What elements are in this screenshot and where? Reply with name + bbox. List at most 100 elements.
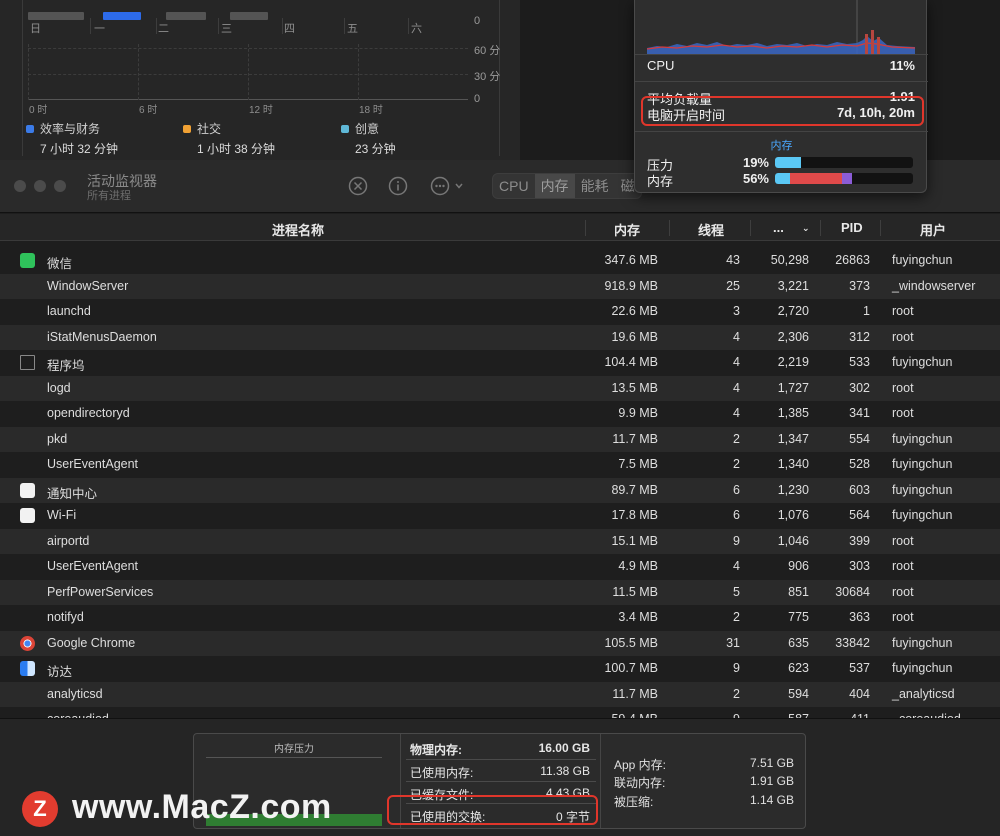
table-row[interactable]: pkd 11.7 MB 2 1,347 554 fuyingchun — [0, 426, 1000, 452]
pid-cell: 528 — [849, 457, 870, 471]
user-cell: root — [892, 584, 914, 599]
table-row[interactable]: Google Chrome 105.5 MB 31 635 33842 fuyingchu… — [0, 630, 1000, 656]
x-axis-label: 6 时 — [139, 105, 158, 116]
tab-energy[interactable]: 能耗 — [575, 174, 615, 198]
sort-descending-icon[interactable]: ⌄ — [802, 223, 810, 234]
info-icon[interactable] — [387, 175, 409, 197]
physical-memory-value: 16.00 GB — [538, 741, 590, 755]
minimize-window-button[interactable] — [34, 180, 46, 192]
table-row[interactable]: 访达 100.7 MB 9 623 537 fuyingchun — [0, 656, 1000, 682]
watermark-text: www.MacZ.com — [72, 788, 332, 826]
user-cell: fuyingchun — [892, 482, 953, 497]
day-divider — [408, 18, 409, 34]
tab-cpu[interactable]: CPU — [493, 174, 535, 198]
legend-label: 社交 — [197, 122, 222, 136]
day-bar-sun[interactable] — [28, 12, 84, 20]
user-cell: root — [892, 406, 914, 420]
memory-label: 内存 — [647, 174, 674, 189]
day-divider — [156, 18, 157, 34]
column-pid[interactable]: PID — [841, 220, 863, 235]
pressure-bar-fill — [775, 157, 802, 168]
pid-cell: 312 — [849, 329, 870, 344]
day-label-tue: 二 — [158, 23, 169, 35]
day-bar-wed[interactable] — [230, 12, 268, 20]
table-row[interactable]: iStatMenusDaemon 19.6 MB 4 2,306 312 root — [0, 324, 1000, 350]
ports-cell: 50,298 — [770, 253, 809, 267]
table-row[interactable]: 微信 347.6 MB 43 50,298 26863 fuyingchun — [0, 248, 1000, 274]
process-name-cell: WindowServer — [47, 278, 129, 293]
close-window-button[interactable] — [14, 180, 26, 192]
process-name-cell: 微信 — [47, 257, 73, 271]
threads-cell: 4 — [733, 559, 740, 573]
day-label-sun: 日 — [30, 23, 41, 35]
app-memory-label: App 内存: — [614, 758, 667, 772]
memory-cell: 89.7 MB — [611, 482, 658, 497]
ports-cell: 2,219 — [777, 355, 809, 369]
grid-line — [138, 44, 139, 100]
process-name-cell: logd — [47, 380, 71, 395]
cpu-label: CPU — [647, 58, 675, 73]
column-threads[interactable]: 线程 — [698, 220, 724, 239]
pressure-chart-top-line — [206, 757, 382, 758]
more-actions-icon[interactable] — [429, 175, 469, 197]
pid-cell: 363 — [849, 610, 870, 624]
table-row[interactable]: UserEventAgent 7.5 MB 2 1,340 528 fuyingchun — [0, 452, 1000, 478]
ports-cell: 906 — [788, 559, 809, 573]
table-row[interactable]: coreaudiod59.4 MB9587411_coreaudiod — [0, 707, 1000, 718]
ports-cell: 594 — [788, 686, 809, 701]
swap-highlight-box — [387, 795, 598, 825]
used-memory-label: 已使用内存: — [410, 766, 474, 780]
process-name-cell: notifyd — [47, 610, 84, 624]
pid-cell: 533 — [849, 355, 870, 369]
divider — [635, 81, 928, 82]
process-name-cell: pkd — [47, 431, 68, 446]
user-cell: root — [892, 610, 914, 624]
table-row[interactable]: Wi-Fi 17.8 MB 6 1,076 564 fuyingchun — [0, 503, 1000, 529]
day-bar-mon[interactable] — [103, 12, 141, 20]
pid-cell: 30684 — [835, 584, 870, 599]
threads-cell: 25 — [726, 278, 740, 293]
process-name-cell: opendirectoryd — [47, 406, 130, 420]
column-memory[interactable]: 内存 — [614, 220, 640, 239]
wired-memory-label: 联动内存: — [614, 776, 666, 790]
user-cell: _windowserver — [892, 278, 976, 293]
column-user[interactable]: 用户 — [920, 220, 946, 239]
table-row[interactable]: WindowServer 918.9 MB 25 3,221 373 _windowser… — [0, 273, 1000, 299]
zoom-window-button[interactable] — [54, 180, 66, 192]
process-name-cell: Google Chrome — [47, 635, 136, 650]
column-ports[interactable]: ... — [773, 220, 784, 235]
stop-process-icon[interactable] — [347, 175, 369, 197]
day-bar-tue[interactable] — [166, 12, 206, 20]
chrome-icon — [20, 635, 35, 651]
column-divider — [880, 220, 881, 236]
y-axis-label: 30 分 — [474, 71, 501, 83]
memory-cell: 104.4 MB — [604, 355, 658, 369]
threads-cell: 9 — [733, 661, 740, 675]
table-row[interactable]: analyticsd 11.7 MB 2 594 404 _analyticsd — [0, 681, 1000, 707]
user-cell: fuyingchun — [892, 253, 953, 267]
table-row[interactable]: PerfPowerServices 11.5 MB 5 851 30684 root — [0, 579, 1000, 605]
table-row[interactable]: 程序坞 104.4 MB 4 2,219 533 fuyingchun — [0, 350, 1000, 376]
legend-swatch — [341, 124, 349, 133]
legend-value: 23 分钟 — [355, 142, 396, 156]
process-name-cell: UserEventAgent — [47, 559, 139, 573]
table-row[interactable]: logd 13.5 MB 4 1,727 302 root — [0, 375, 1000, 401]
legend-social: 社交 — [183, 120, 221, 137]
table-row[interactable]: 通知中心 89.7 MB 6 1,230 603 fuyingchun — [0, 477, 1000, 503]
table-row[interactable]: notifyd 3.4 MB 2 775 363 root — [0, 605, 1000, 631]
x-axis-label: 18 时 — [359, 105, 383, 116]
process-name-cell: analyticsd — [47, 686, 103, 701]
table-row[interactable]: launchd 22.6 MB 3 2,720 1 root — [0, 299, 1000, 325]
tab-memory[interactable]: 内存 — [534, 174, 575, 198]
threads-cell: 4 — [733, 355, 740, 369]
memory-cell: 11.7 MB — [612, 431, 658, 446]
threads-cell: 43 — [726, 253, 740, 267]
table-row[interactable]: opendirectoryd 9.9 MB 4 1,385 341 root — [0, 401, 1000, 427]
column-process-name[interactable]: 进程名称 — [272, 220, 324, 239]
table-row[interactable]: airportd 15.1 MB 9 1,046 399 root — [0, 528, 1000, 554]
user-cell: root — [892, 329, 914, 344]
dock-icon — [20, 355, 35, 370]
column-divider — [750, 220, 751, 236]
wechat-icon — [20, 253, 35, 268]
table-row[interactable]: UserEventAgent 4.9 MB 4 906 303 root — [0, 554, 1000, 580]
